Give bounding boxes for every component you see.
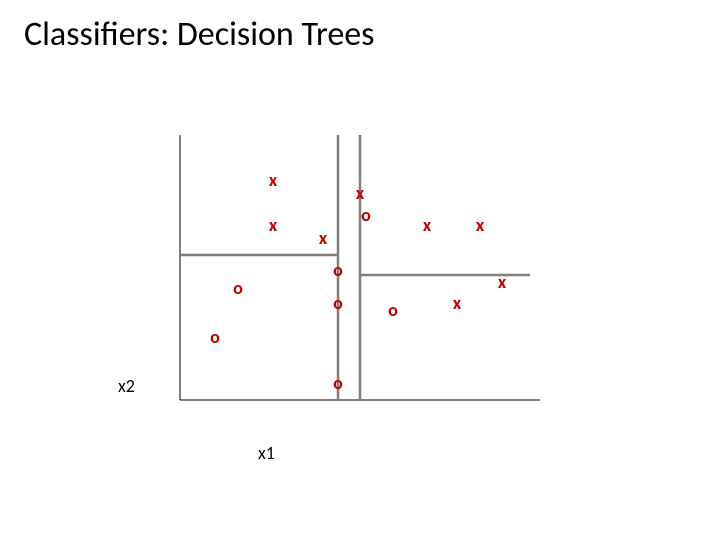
point-x: x xyxy=(356,184,364,202)
page-title: Classifiers: Decision Trees xyxy=(24,14,374,55)
y-axis-label: x2 xyxy=(118,375,135,397)
point-x: x xyxy=(498,273,506,291)
point-x: x xyxy=(423,216,431,234)
point-o: o xyxy=(333,294,343,312)
point-x: x xyxy=(476,216,484,234)
point-x: x xyxy=(269,171,277,189)
point-o: o xyxy=(233,279,243,297)
x-axis-label: x1 xyxy=(258,442,275,464)
decision-boundaries xyxy=(180,135,530,400)
point-o: o xyxy=(361,206,371,224)
point-x: x xyxy=(453,294,461,312)
point-o: o xyxy=(333,374,343,392)
slide: Classifiers: Decision Trees x x x x x x … xyxy=(0,0,720,540)
point-o: o xyxy=(210,328,220,346)
point-x: x xyxy=(319,229,327,247)
point-o: o xyxy=(388,301,398,319)
point-x: x xyxy=(269,216,277,234)
point-o: o xyxy=(333,261,343,279)
decision-tree-plot: x x x x x x x x o o o o o o o xyxy=(180,135,560,415)
